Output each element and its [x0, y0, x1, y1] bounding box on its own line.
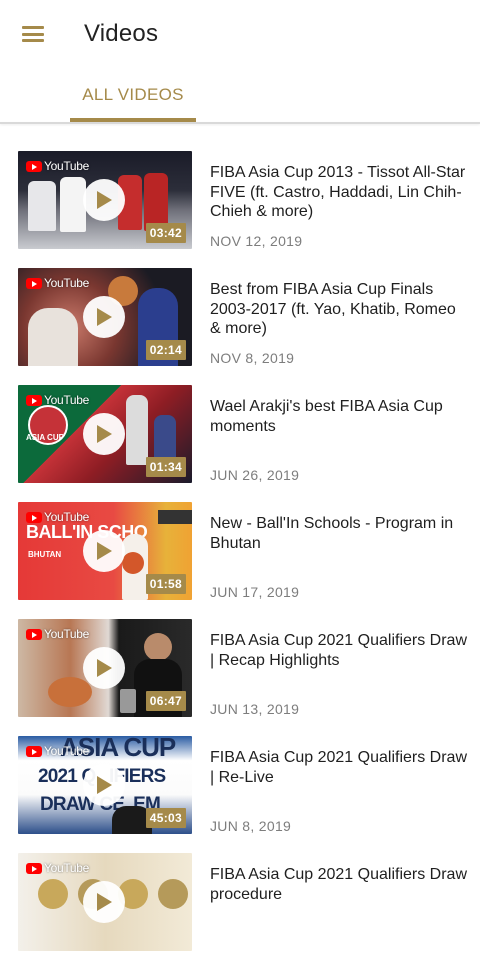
video-list-item[interactable]: YouTube FIBA Asia Cup 2021 Qualifiers Dr…	[0, 853, 480, 953]
duration-badge: 03:42	[145, 223, 186, 243]
play-icon[interactable]	[83, 881, 125, 923]
app-bar: Videos	[0, 0, 480, 68]
thumb-logo-text: ASIA CUP	[26, 433, 64, 442]
video-list-item[interactable]: YouTube 06:47 FIBA Asia Cup 2021 Qualifi…	[0, 619, 480, 719]
video-date: JUN 17, 2019	[210, 584, 300, 600]
video-info: FIBA Asia Cup 2021 Qualifiers Draw | Re-…	[210, 748, 468, 787]
page-title: Videos	[84, 20, 159, 47]
tab-all-videos[interactable]: ALL VIDEOS	[70, 68, 196, 122]
tab-bar: ALL VIDEOS	[0, 68, 480, 122]
hamburger-menu-icon[interactable]	[22, 26, 44, 42]
video-list-item[interactable]: BALL'IN SCHO BHUTAN YouTube 01:58 New - …	[0, 502, 480, 602]
video-thumbnail[interactable]: ASIA CUP YouTube 01:34	[18, 385, 192, 483]
video-title: FIBA Asia Cup 2021 Qualifiers Draw | Rec…	[210, 632, 468, 669]
video-thumbnail[interactable]: BALL'IN SCHO BHUTAN YouTube 01:58	[18, 502, 192, 600]
duration-badge: 02:14	[145, 340, 186, 360]
video-info: Best from FIBA Asia Cup Finals 2003-2017…	[210, 280, 468, 339]
video-date: JUN 26, 2019	[210, 467, 300, 483]
video-info: Wael Arakji's best FIBA Asia Cup moments	[210, 397, 468, 436]
duration-badge: 06:47	[145, 691, 186, 711]
youtube-logo: YouTube	[26, 276, 89, 290]
video-date: NOV 12, 2019	[210, 233, 303, 249]
thumb-sub-text: BHUTAN	[28, 550, 62, 559]
video-date: JUN 13, 2019	[210, 701, 300, 717]
video-thumbnail[interactable]: ASIA CUP 2021 Q IFIERS DRAW CE EM YouTub…	[18, 736, 192, 834]
video-info: FIBA Asia Cup 2021 Qualifiers Draw proce…	[210, 865, 468, 904]
youtube-logo: YouTube	[26, 627, 89, 641]
duration-badge: 01:58	[145, 574, 186, 594]
play-icon[interactable]	[83, 530, 125, 572]
youtube-logo: YouTube	[26, 393, 89, 407]
youtube-logo: YouTube	[26, 510, 89, 524]
play-icon[interactable]	[83, 296, 125, 338]
youtube-logo: YouTube	[26, 744, 89, 758]
video-thumbnail[interactable]: YouTube 02:14	[18, 268, 192, 366]
video-info: FIBA Asia Cup 2013 - Tissot All-Star FIV…	[210, 163, 468, 222]
video-list-item[interactable]: YouTube 03:42 FIBA Asia Cup 2013 - Tisso…	[0, 151, 480, 251]
tab-selected-indicator	[70, 118, 196, 122]
video-info: FIBA Asia Cup 2021 Qualifiers Draw | Rec…	[210, 631, 468, 670]
play-icon[interactable]	[83, 413, 125, 455]
video-title: Best from FIBA Asia Cup Finals 2003-2017…	[210, 281, 456, 337]
video-title: FIBA Asia Cup 2021 Qualifiers Draw | Re-…	[210, 749, 468, 786]
video-title: Wael Arakji's best FIBA Asia Cup moments	[210, 398, 443, 435]
duration-badge: 45:03	[145, 808, 186, 828]
video-thumbnail[interactable]: YouTube	[18, 853, 192, 951]
video-title: FIBA Asia Cup 2021 Qualifiers Draw proce…	[210, 866, 468, 903]
tab-divider	[0, 122, 480, 124]
youtube-logo: YouTube	[26, 861, 89, 875]
video-title: FIBA Asia Cup 2013 - Tissot All-Star FIV…	[210, 164, 466, 220]
video-thumbnail[interactable]: YouTube 03:42	[18, 151, 192, 249]
play-icon[interactable]	[83, 647, 125, 689]
video-thumbnail[interactable]: YouTube 06:47	[18, 619, 192, 717]
video-list-item[interactable]: ASIA CUP YouTube 01:34 Wael Arakji's bes…	[0, 385, 480, 485]
video-title: New - Ball'In Schools - Program in Bhuta…	[210, 515, 454, 552]
video-list-item[interactable]: ASIA CUP 2021 Q IFIERS DRAW CE EM YouTub…	[0, 736, 480, 836]
video-date: NOV 8, 2019	[210, 350, 295, 366]
video-list-item[interactable]: YouTube 02:14 Best from FIBA Asia Cup Fi…	[0, 268, 480, 368]
play-icon[interactable]	[83, 179, 125, 221]
youtube-logo: YouTube	[26, 159, 89, 173]
play-icon[interactable]	[83, 764, 125, 806]
duration-badge: 01:34	[145, 457, 186, 477]
video-info: New - Ball'In Schools - Program in Bhuta…	[210, 514, 468, 553]
video-date: JUN 8, 2019	[210, 818, 292, 834]
